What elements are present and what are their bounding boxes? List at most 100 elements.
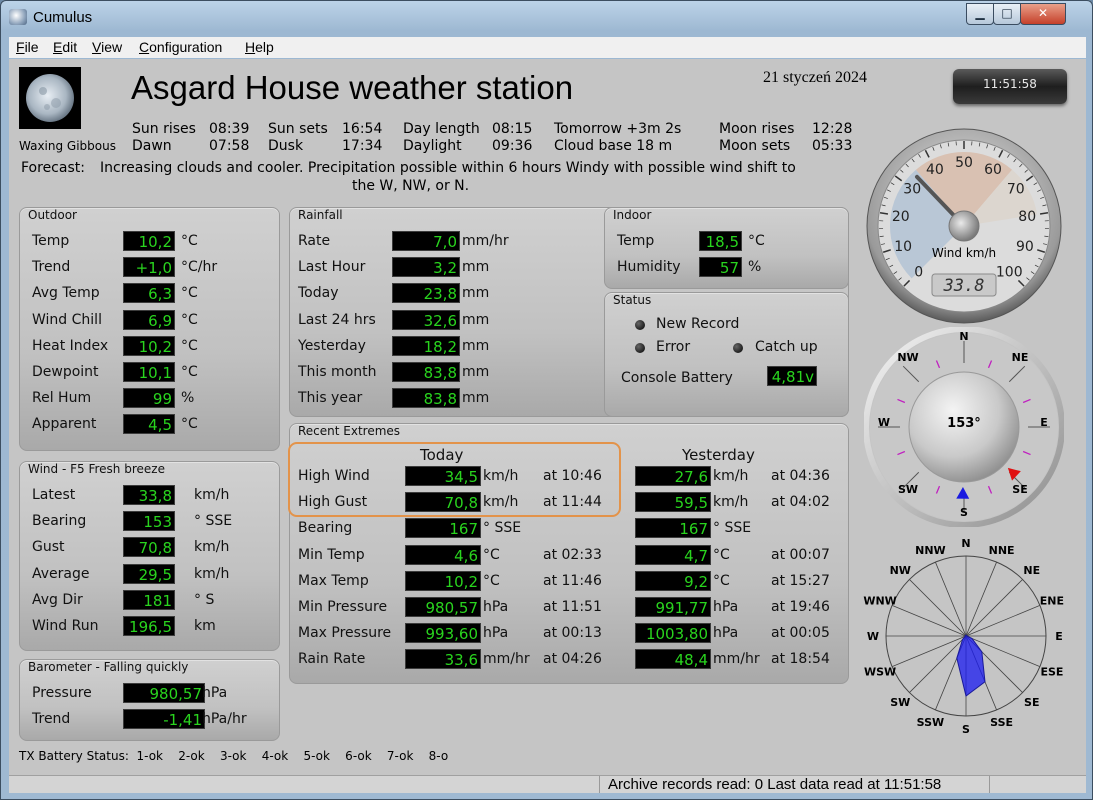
wind-rose-label-wnw: WNW [863, 594, 896, 607]
menu-help[interactable]: Help [245, 39, 274, 55]
wind-latest-value: 33,8 [123, 485, 175, 505]
extreme-min-temp-yesterday-time: at 00:07 [771, 547, 830, 563]
yesterday-header: Yesterday [682, 446, 755, 464]
wind-rose-label-sw: SW [890, 696, 910, 709]
wind-bearing-label: Bearing [32, 513, 87, 529]
extreme-bearing-yesterday-value: 167 [635, 518, 711, 538]
outdoor-rel-hum-unit: % [181, 390, 195, 406]
gauge-scale-label: 20 [892, 209, 910, 225]
barometer-pressure-label: Pressure [32, 685, 92, 701]
wind-avg-dir-value: 181 [123, 590, 175, 610]
wind-rose-label-ese: ESE [1040, 666, 1063, 679]
gauge-scale-label: 50 [955, 155, 973, 171]
rainfall-yesterday-value: 18,2 [392, 336, 460, 356]
menu-configuration[interactable]: Configuration [139, 39, 222, 55]
indoor-panel: Indoor Temp 18,5 °C Humidity 57% [604, 207, 849, 289]
outdoor-avg-temp-value: 6,3 [123, 283, 175, 303]
gauge-scale-label: 0 [914, 264, 923, 280]
console-battery-label: Console Battery [621, 370, 733, 386]
outdoor-apparent-label: Apparent [32, 416, 97, 432]
wind-rose-label-se: SE [1024, 696, 1039, 709]
new-record-led [635, 320, 645, 330]
station-title: Asgard House weather station [131, 69, 574, 106]
extreme-min-temp-today-time: at 02:33 [543, 547, 602, 563]
status-bar-separator [599, 776, 600, 793]
outdoor-trend-label: Trend [32, 259, 71, 275]
barometer-panel-title: Barometer - Falling quickly [28, 660, 189, 674]
outdoor-heat-index-label: Heat Index [32, 338, 109, 354]
extreme-max-temp-today-time: at 11:46 [543, 573, 602, 589]
menu-file[interactable]: File [16, 39, 39, 55]
extreme-min-temp-today-unit: °C [483, 547, 500, 563]
close-button[interactable]: ✕ [1020, 3, 1066, 25]
status-bar: Archive records read: 0 Last data read a… [9, 775, 1086, 793]
extreme-min-pressure-yesterday-time: at 19:46 [771, 599, 830, 615]
extreme-high-wind-yesterday-time: at 04:36 [771, 468, 830, 484]
compass-nw-label: NW [897, 351, 918, 364]
main-client-area: Waxing Gibbous Asgard House weather stat… [9, 59, 1086, 793]
compass-s-label: S [960, 506, 968, 519]
tx-battery-status: TX Battery Status: 1-ok 2-ok 3-ok 4-ok 5… [19, 749, 449, 763]
indoor-temp-unit: °C [748, 233, 765, 249]
outdoor-wind-chill-label: Wind Chill [32, 312, 102, 328]
menu-edit[interactable]: Edit [53, 39, 77, 55]
status-bar-separator-2 [989, 776, 990, 793]
wind-rose-spoke [965, 579, 1023, 637]
wind-rose-label-nnw: NNW [915, 544, 946, 557]
outdoor-apparent-unit: °C [181, 416, 198, 432]
gauge-tick [879, 235, 884, 238]
extreme-bearing-yesterday-unit: ° SSE [713, 520, 752, 536]
extreme-min-temp-yesterday-value: 4,7 [635, 545, 711, 565]
indoor-temp-value: 18,5 [699, 231, 742, 251]
outdoor-temp-label: Temp [32, 233, 70, 249]
extreme-max-temp-yesterday-value: 9,2 [635, 571, 711, 591]
wind-rose-label-w: W [867, 630, 879, 643]
wind-panel: Wind - F5 Fresh breeze Latest 33,8 km/h Bea… [19, 461, 280, 651]
compass-sw-label: SW [898, 483, 918, 496]
wind-panel-title: Wind - F5 Fresh breeze [28, 462, 165, 476]
extreme-max-pressure-yesterday-time: at 00:05 [771, 625, 830, 641]
extreme-max-pressure-today-unit: hPa [483, 625, 509, 641]
extreme-min-pressure-yesterday-unit: hPa [713, 599, 739, 615]
wind-rose-label-nw: NW [890, 564, 911, 577]
extreme-max-pressure-yesterday-value: 1003,80 [635, 623, 711, 643]
extreme-min-temp-yesterday-unit: °C [713, 547, 730, 563]
extreme-rain-rate-label: Rain Rate [298, 651, 366, 667]
recent-extremes-title: Recent Extremes [298, 424, 401, 438]
extreme-max-pressure-today-time: at 00:13 [543, 625, 602, 641]
outdoor-panel-title: Outdoor [28, 208, 77, 222]
rainfall-this-month-unit: mm [462, 364, 490, 380]
extreme-high-gust-yesterday-value: 59,5 [635, 492, 711, 512]
extreme-rain-rate-today-value: 33,6 [405, 649, 481, 669]
outdoor-rel-hum-label: Rel Hum [32, 390, 92, 406]
dawn-value: 07:58 [209, 138, 250, 154]
rainfall-last-hour-unit: mm [462, 259, 490, 275]
menu-view[interactable]: View [92, 39, 122, 55]
extreme-bearing-today-unit: ° SSE [483, 520, 522, 536]
extreme-bearing-today-value: 167 [405, 518, 481, 538]
outdoor-dewpoint-value: 10,1 [123, 362, 175, 382]
wind-rose-label-s: S [962, 723, 970, 736]
extreme-min-pressure-yesterday-value: 991,77 [635, 597, 711, 617]
compass-ne-label: NE [1012, 351, 1029, 364]
sun-sets-label: Sun sets [268, 121, 328, 137]
rainfall-panel-title: Rainfall [298, 208, 343, 222]
new-record-label: New Record [656, 316, 740, 332]
day-length-label: Day length [403, 121, 480, 137]
rainfall-this-year-label: This year [298, 390, 363, 406]
clock-display: 11:51:58 [953, 69, 1067, 104]
tomorrow-daylight: Tomorrow +3m 2s [554, 121, 682, 137]
day-length-value: 08:15 [492, 121, 533, 137]
wind-rose-spoke [909, 635, 967, 693]
extreme-max-temp-today-value: 10,2 [405, 571, 481, 591]
extreme-high-wind-yesterday-unit: km/h [713, 468, 749, 484]
wind-gust-unit: km/h [194, 539, 230, 555]
rainfall-today-unit: mm [462, 285, 490, 301]
extreme-min-temp-label: Min Temp [298, 547, 365, 563]
wind-average-value: 29,5 [123, 564, 175, 584]
wind-wind-run-unit: km [194, 618, 216, 634]
title-bar[interactable]: Cumulus ▁ □ ✕ [1, 1, 1092, 35]
maximize-button[interactable]: □ [993, 3, 1021, 25]
outdoor-panel: Outdoor Temp 10,2 °C Trend +1,0 °C/hr Avg Temp… [19, 207, 280, 451]
minimize-button[interactable]: ▁ [966, 3, 994, 25]
